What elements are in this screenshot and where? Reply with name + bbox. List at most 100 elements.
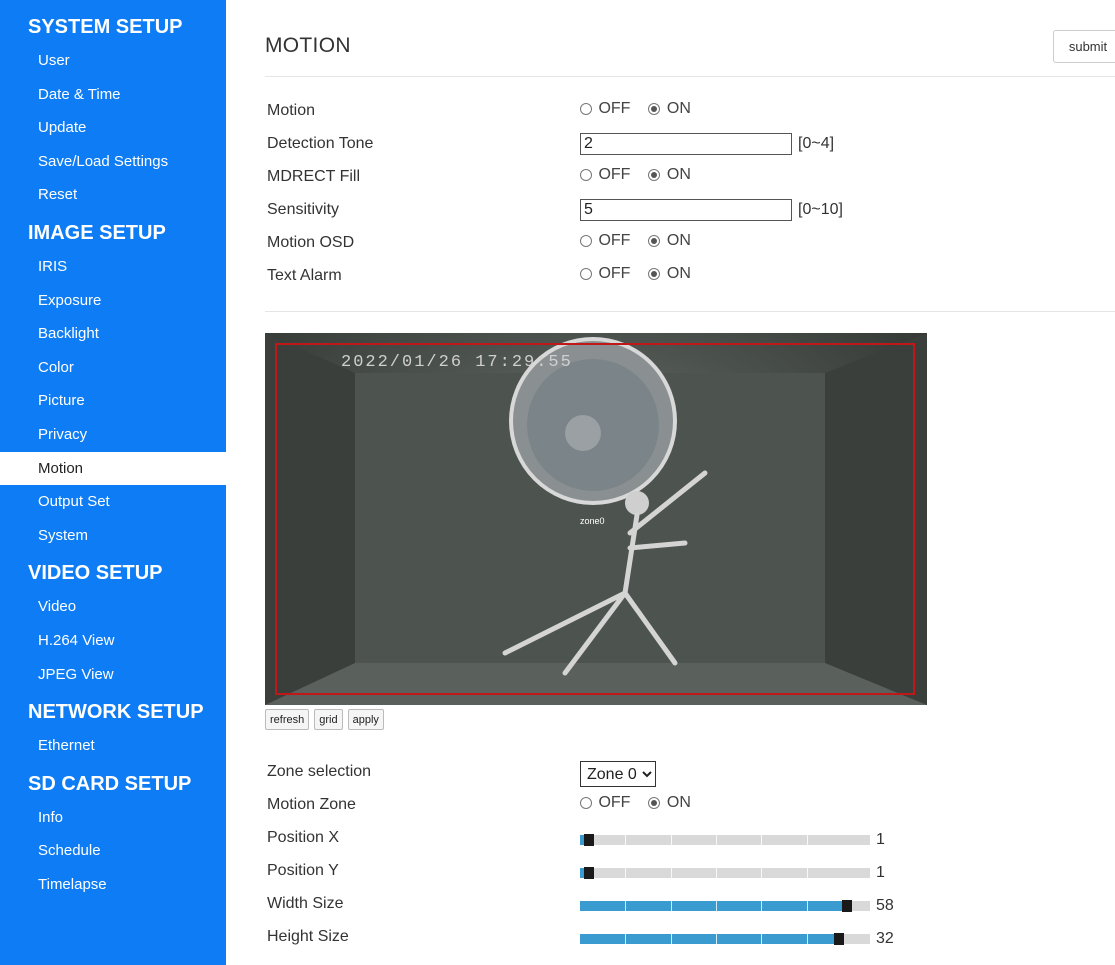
motion-radio-group: OFF ON (580, 100, 703, 118)
zone-select[interactable]: Zone 0 (580, 761, 656, 787)
section-network-setup: NETWORK SETUP Ethernet (0, 699, 226, 763)
setting-mdrect-fill: MDRECT Fill OFF ON (265, 164, 1115, 194)
radio-off-label: OFF (598, 166, 631, 183)
sidebar-item-system[interactable]: System (0, 519, 226, 553)
setting-label: Width Size (267, 895, 344, 912)
slider-value: 32 (876, 930, 894, 947)
sidebar-item-user[interactable]: User (0, 44, 226, 78)
text-alarm-off-option[interactable]: OFF (580, 265, 630, 283)
motion-zone-radio-group: OFF ON (580, 794, 703, 812)
sidebar-item-output-set[interactable]: Output Set (0, 485, 226, 519)
radio-off[interactable] (580, 235, 592, 247)
submit-button[interactable]: submit (1053, 30, 1115, 63)
text-alarm-radio-group: OFF ON (580, 265, 703, 283)
radio-on-label: ON (666, 100, 691, 117)
sensitivity-input[interactable] (580, 199, 792, 221)
slider-ticks (580, 934, 870, 944)
slider-value: 1 (876, 864, 885, 881)
radio-on-label: ON (666, 265, 691, 282)
sidebar-item-video[interactable]: Video (0, 590, 226, 624)
setting-motion-zone: Motion Zone OFF ON (265, 792, 1115, 822)
sidebar-item-jpeg-view[interactable]: JPEG View (0, 658, 226, 692)
apply-button[interactable]: apply (347, 709, 384, 730)
sidebar: SYSTEM SETUP User Date & Time Update Sav… (0, 0, 226, 965)
sidebar-item-reset[interactable]: Reset (0, 178, 226, 212)
height-size-slider[interactable] (580, 933, 870, 945)
position-x-slider[interactable] (580, 834, 870, 846)
radio-on-selected[interactable] (648, 797, 661, 809)
section-title: IMAGE SETUP (28, 221, 166, 244)
setting-label: Text Alarm (267, 267, 342, 284)
sidebar-item-color[interactable]: Color (0, 351, 226, 385)
sidebar-item-h264-view[interactable]: H.264 View (0, 624, 226, 658)
radio-on-selected[interactable] (648, 169, 661, 181)
radio-on-selected[interactable] (648, 268, 661, 280)
setting-motion-osd: Motion OSD OFF ON (265, 230, 1115, 260)
camera-button-bar: refresh grid apply (265, 709, 384, 730)
slider-thumb[interactable] (842, 900, 852, 912)
sidebar-item-schedule[interactable]: Schedule (0, 834, 226, 868)
position-y-slider[interactable] (580, 867, 870, 879)
detection-tone-input[interactable] (580, 133, 792, 155)
setting-sensitivity: Sensitivity [0~10] (265, 197, 1115, 227)
slider-tick (807, 901, 808, 911)
mdrect-on-option[interactable]: ON (648, 166, 691, 184)
sidebar-item-timelapse[interactable]: Timelapse (0, 868, 226, 902)
radio-on-selected[interactable] (648, 103, 661, 115)
radio-off[interactable] (580, 268, 592, 280)
radio-off[interactable] (580, 797, 592, 809)
sidebar-item-update[interactable]: Update (0, 111, 226, 145)
slider-tick (761, 901, 762, 911)
page-title: MOTION (265, 34, 351, 57)
setting-label: Zone selection (267, 763, 372, 780)
radio-on-label: ON (666, 166, 691, 183)
zone-label: zone0 (580, 516, 605, 526)
slider-value: 58 (876, 897, 894, 914)
radio-off[interactable] (580, 169, 592, 181)
setting-motion: Motion OFF ON (265, 98, 1115, 128)
sidebar-item-iris[interactable]: IRIS (0, 250, 226, 284)
slider-tick (761, 835, 762, 845)
slider-tick (716, 868, 717, 878)
motion-on-option[interactable]: ON (648, 100, 691, 118)
grid-button[interactable]: grid (314, 709, 343, 730)
motion-osd-on-option[interactable]: ON (648, 232, 691, 250)
sidebar-item-save-load-settings[interactable]: Save/Load Settings (0, 145, 226, 179)
slider-thumb[interactable] (584, 834, 594, 846)
motion-zone-on-option[interactable]: ON (648, 794, 691, 812)
setting-position-y: Position Y 1 (265, 858, 1115, 888)
setting-position-x: Position X 1 (265, 825, 1115, 855)
motion-osd-off-option[interactable]: OFF (580, 232, 630, 250)
sidebar-item-info[interactable]: Info (0, 801, 226, 835)
section-title: SD CARD SETUP (28, 772, 192, 795)
range-hint: [0~4] (798, 135, 835, 152)
section-system-setup: SYSTEM SETUP User Date & Time Update Sav… (0, 14, 226, 212)
slider-ticks (580, 901, 870, 911)
slider-thumb[interactable] (834, 933, 844, 945)
width-size-slider[interactable] (580, 900, 870, 912)
motion-osd-radio-group: OFF ON (580, 232, 703, 250)
radio-on-selected[interactable] (648, 235, 661, 247)
main-content: MOTION submit Motion OFF ON Detection To… (265, 0, 1115, 965)
sidebar-item-ethernet[interactable]: Ethernet (0, 729, 226, 763)
text-alarm-on-option[interactable]: ON (648, 265, 691, 283)
camera-preview[interactable]: 2022/01/26 17:29:55 zone0 (265, 333, 927, 705)
sidebar-item-privacy[interactable]: Privacy (0, 418, 226, 452)
motion-off-option[interactable]: OFF (580, 100, 630, 118)
sidebar-item-motion[interactable]: Motion (0, 451, 226, 486)
section-video-setup: VIDEO SETUP Video H.264 View JPEG View (0, 560, 226, 691)
slider-tick (807, 835, 808, 845)
refresh-button[interactable]: refresh (265, 709, 310, 730)
slider-thumb[interactable] (584, 867, 594, 879)
setting-text-alarm: Text Alarm OFF ON (265, 263, 1115, 293)
motion-zone-off-option[interactable]: OFF (580, 794, 630, 812)
sidebar-item-exposure[interactable]: Exposure (0, 284, 226, 318)
sidebar-item-date-time[interactable]: Date & Time (0, 78, 226, 112)
sidebar-item-picture[interactable]: Picture (0, 384, 226, 418)
slider-ticks (580, 835, 870, 845)
sidebar-item-backlight[interactable]: Backlight (0, 317, 226, 351)
radio-off[interactable] (580, 103, 592, 115)
slider-ticks (580, 868, 870, 878)
mdrect-off-option[interactable]: OFF (580, 166, 630, 184)
divider (265, 76, 1115, 77)
